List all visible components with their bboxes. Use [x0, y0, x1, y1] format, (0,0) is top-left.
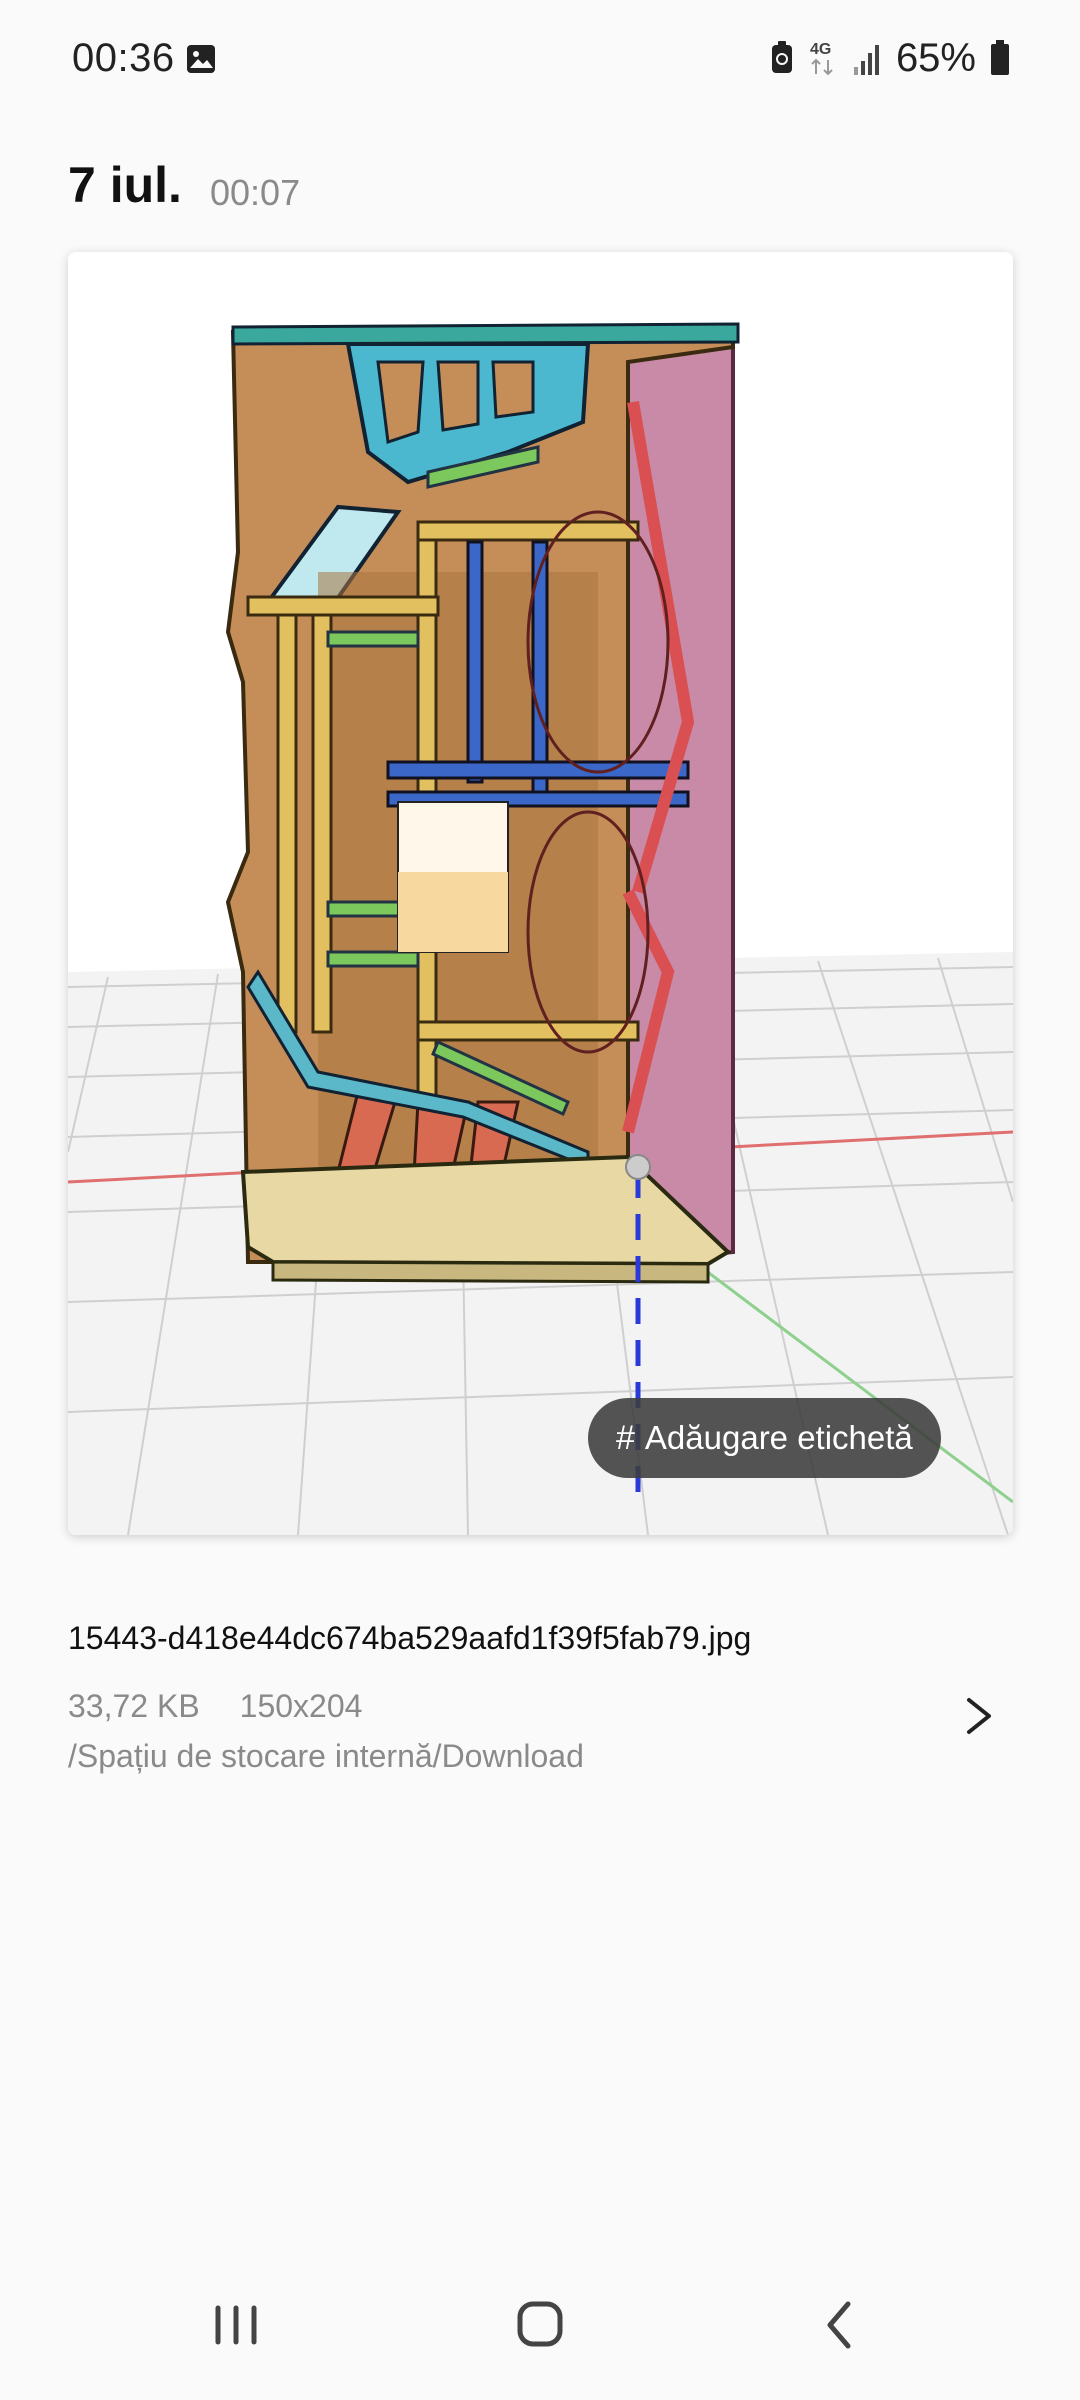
recent-apps-icon[interactable] [196, 2290, 276, 2360]
file-name: 15443-d418e44dc674ba529aafd1f39f5fab79.j… [68, 1620, 752, 1656]
back-icon[interactable] [800, 2290, 880, 2360]
file-path: /Spațiu de stocare internă/Download [68, 1738, 584, 1774]
hash-icon: # [616, 1418, 635, 1457]
battery-icon [991, 40, 1009, 75]
file-resolution: 150x204 [239, 1688, 363, 1724]
chevron-right-icon[interactable] [961, 1676, 1001, 1756]
home-icon[interactable] [500, 2290, 580, 2360]
network-4g-icon: 4G [810, 41, 833, 76]
image-icon [187, 45, 215, 73]
battery-percent: 65% [895, 35, 976, 80]
date-title: 7 iul. [68, 157, 182, 213]
signal-icon [853, 45, 879, 75]
file-details[interactable]: 15443-d418e44dc674ba529aafd1f39f5fab79.j… [68, 1620, 1013, 1780]
battery-saver-icon [771, 41, 792, 73]
navigation-bar [0, 2250, 1080, 2400]
file-meta: 33,72 KB 150x204 [68, 1688, 362, 1725]
status-time: 00:36 [72, 36, 175, 80]
file-size: 33,72 KB [68, 1688, 200, 1724]
status-bar: 00:36 4G 65% [0, 0, 1080, 120]
add-tag-label: Adăugare etichetă [644, 1419, 913, 1456]
cabinet-3d-render [68, 252, 1013, 1535]
add-tag-button[interactable]: # Adăugare etichetă [588, 1398, 941, 1478]
time-subtitle: 00:07 [210, 172, 301, 213]
image-preview[interactable]: # Adăugare etichetă [68, 252, 1013, 1535]
network-label: 4G [810, 41, 831, 58]
status-icons: 4G 65% [770, 34, 1010, 82]
